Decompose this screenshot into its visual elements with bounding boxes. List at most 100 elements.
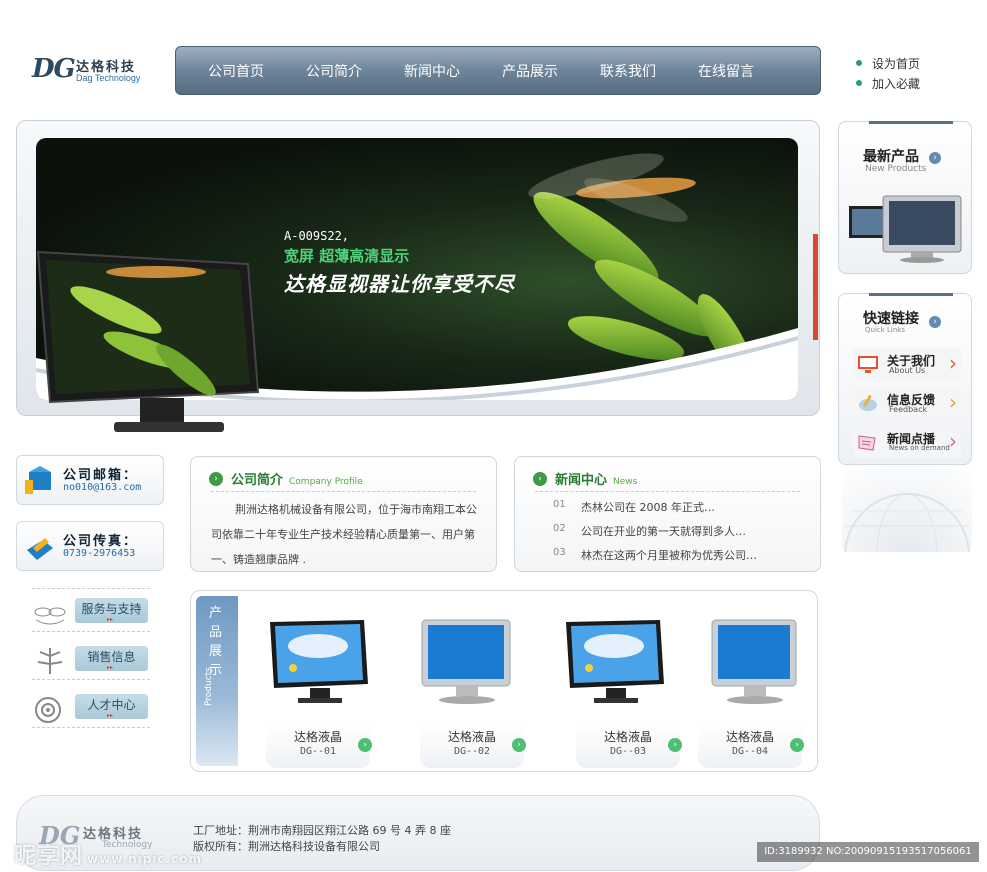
box-accent [869,121,953,124]
new-products-subtitle: New Products [865,164,927,174]
fax-icon [27,538,53,560]
arrow-circle-icon: › [209,471,223,486]
plant-icon [34,607,66,625]
double-arrow-icon: ▸▸ [107,616,114,623]
quick-link-feedback[interactable]: 信息反馈 Feedback › [853,387,961,419]
news-header: › 新闻中心 News [533,469,637,488]
news-headline[interactable]: 林杰在这两个月里被称为优秀公司… [581,547,757,563]
product-code: DG--03 [609,746,647,757]
crt-monitor-icon [421,619,511,704]
company-profile-panel: › 公司简介 Company Profile 荆洲达格机械设备有限公司，位于海市… [190,456,497,572]
product-code: DG--01 [299,746,337,757]
quick-link-news[interactable]: 新闻点播 News on demand › [853,426,961,458]
image-id-bar: ID:3189932 NO:20090915193517056061 [757,842,979,862]
nav-products[interactable]: 产品展示 [502,61,558,81]
news-headline[interactable]: 公司在开业的第一天就得到多人… [581,523,746,539]
double-arrow-icon: ▸▸ [107,712,114,719]
nav-news[interactable]: 新闻中心 [404,61,460,81]
news-item[interactable]: 02 公司在开业的第一天就得到多人… [553,523,746,539]
arrow-circle-icon[interactable]: › [668,738,682,752]
nav-about[interactable]: 公司简介 [306,61,362,81]
divider [211,491,476,492]
banner-monitor-image [36,250,276,444]
add-favorite-link[interactable]: 加入必藏 [856,73,920,93]
news-title[interactable]: 新闻中心 [555,469,607,488]
main-nav: 公司首页 公司简介 新闻中心 产品展示 联系我们 在线留言 [175,46,821,95]
sales-info-label: 销售信息 [87,650,136,664]
fax-box: 公司传真： 0739-2976453 [16,521,164,571]
arrow-circle-icon[interactable]: › [358,738,372,752]
products-tab[interactable]: 产品展示 Products [196,596,238,766]
mailbox-icon [25,466,51,494]
email-box[interactable]: 公司邮箱： no010@163.com [16,455,164,505]
watermark-url: www.nipic.com [87,852,202,866]
arrow-icon[interactable]: › [929,316,941,328]
chevron-right-icon: › [949,390,957,414]
arrow-circle-icon[interactable]: › [790,738,804,752]
news-item[interactable]: 03 林杰在这两个月里被称为优秀公司… [553,547,757,563]
set-homepage-label: 设为首页 [872,56,921,71]
chevron-right-icon: › [949,429,957,453]
globe-decoration [842,466,972,619]
email-value[interactable]: no010@163.com [63,482,141,493]
widescreen-monitor-icon [566,620,664,703]
product-card[interactable]: 达格液晶 DG--01 › [262,604,374,768]
set-homepage-link[interactable]: 设为首页 [856,53,920,73]
quick-links-subtitle: Quick Links [865,326,906,334]
monitor-icon [36,250,260,432]
footer-address: 工厂地址：荆洲市南翔园区翔江公路 69 号 4 弄 8 座 [193,824,451,837]
service-support-row: 服务与支持 ▸▸ [32,592,150,632]
sales-info-row: 销售信息 ▸▸ [32,640,150,680]
footer-copyright: 版权所有：荆洲达格科技设备有限公司 [193,840,380,853]
news-icon [858,435,876,451]
page: DG 达格科技 Dag Technology 公司首页 公司简介 新闻中心 产品… [0,0,987,872]
profile-title-en: Company Profile [289,477,363,487]
quick-link-about[interactable]: 关于我们 About Us › [853,348,961,380]
box-accent [869,293,953,296]
product-card[interactable]: 达格液晶 DG--02 › [416,604,528,768]
divider [32,588,150,589]
profile-title[interactable]: 公司简介 [231,469,283,488]
talent-center-label: 人才中心 [87,698,136,712]
quick-link-sublabel: About Us [889,366,926,375]
news-headline[interactable]: 杰林公司在 2008 年正式… [581,499,715,515]
talent-center-button[interactable]: 人才中心 ▸▸ [75,694,148,719]
arrow-icon[interactable]: › [929,152,941,164]
news-number: 02 [553,523,566,534]
nav-contact[interactable]: 联系我们 [600,61,656,81]
quick-links-title: 快速链接 [863,311,919,327]
profile-text: 荆洲达格机械设备有限公司，位于海市南翔工本公司依靠二十年专业生产技术经验精心质量… [211,503,477,566]
company-logo[interactable]: DG 达格科技 Dag Technology [30,52,160,88]
nav-home[interactable]: 公司首页 [208,61,264,81]
product-code: DG--02 [453,746,491,757]
chevron-right-icon: › [949,351,957,375]
nav-guestbook[interactable]: 在线留言 [698,61,754,81]
product-card[interactable]: 达格液晶 DG--04 › [694,604,806,768]
monitor-icon [858,356,878,373]
feedback-icon [859,394,877,411]
leaf-icon [37,648,63,674]
watermark: 昵享网 www.nipic.com [14,838,202,870]
product-card[interactable]: 达格液晶 DG--03 › [566,604,684,768]
banner-subtitle: 宽屏 超薄高清显示 [284,247,410,265]
target-icon [35,697,61,723]
logo-name-en: Dag Technology [76,73,141,83]
widescreen-monitor-icon [270,620,368,703]
sales-info-button[interactable]: 销售信息 ▸▸ [75,646,148,671]
news-panel: › 新闻中心 News 01 杰林公司在 2008 年正式… 02 公司在开业的… [514,456,821,572]
news-item[interactable]: 01 杰林公司在 2008 年正式… [553,499,715,515]
quick-link-sublabel: News on demand [889,444,950,452]
news-title-en: News [613,477,638,487]
new-products-box[interactable]: 最新产品 New Products › [838,121,972,274]
service-support-label: 服务与支持 [81,602,142,616]
top-links: 设为首页 加入必藏 [856,53,920,93]
talent-center-row: 人才中心 ▸▸ [32,688,150,728]
banner-model: A-009S22, [284,229,350,243]
bullet-icon [856,60,862,66]
fax-value: 0739-2976453 [63,548,136,559]
arrow-circle-icon[interactable]: › [512,738,526,752]
service-support-button[interactable]: 服务与支持 ▸▸ [75,598,148,623]
product-code: DG--04 [731,746,769,757]
add-favorite-label: 加入必藏 [872,76,921,91]
quick-links-box: 快速链接 Quick Links › 关于我们 About Us › 信息反馈 … [838,293,972,465]
